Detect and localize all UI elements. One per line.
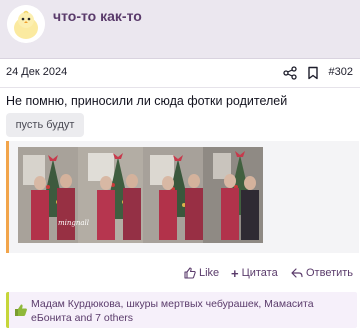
bookmark-icon[interactable] [306, 66, 320, 80]
avatar[interactable] [7, 5, 45, 43]
quote-action[interactable]: + Цитата [231, 265, 278, 281]
reply-icon [291, 268, 303, 278]
photo-attachment[interactable]: mingnall [18, 147, 263, 243]
post-date[interactable]: 24 Дек 2024 [6, 66, 67, 78]
like-icon [184, 267, 196, 279]
reply-action[interactable]: Ответить [291, 267, 353, 279]
like-action[interactable]: Like [184, 267, 219, 279]
post-text: Не помню, приносили ли сюда фотки родите… [6, 94, 288, 108]
post-actions: Like + Цитата Ответить [0, 262, 360, 286]
family-photo-image: mingnall [18, 147, 263, 243]
attachment-block: mingnall [6, 141, 359, 253]
reply-label: Ответить [306, 267, 354, 279]
chick-avatar-icon [7, 5, 45, 43]
post-number[interactable]: #302 [329, 66, 353, 78]
quoted-reply[interactable]: пусть будут [6, 113, 84, 137]
post-meta: 24 Дек 2024 #302 [0, 59, 360, 88]
username[interactable]: что-то как-то [53, 8, 142, 24]
post-header: что-то как-то [0, 0, 360, 59]
like-label: Like [199, 267, 220, 279]
photo-watermark: mingnall [58, 219, 89, 227]
thumbs-up-icon [15, 304, 27, 316]
likes-text[interactable]: Мадам Курдюкова, шкуры мертвых чебурашек… [31, 297, 353, 325]
plus-icon: + [231, 265, 239, 281]
share-icon[interactable] [283, 66, 297, 80]
quote-label: Цитата [241, 267, 278, 279]
likes-summary: Мадам Курдюкова, шкуры мертвых чебурашек… [6, 292, 357, 328]
